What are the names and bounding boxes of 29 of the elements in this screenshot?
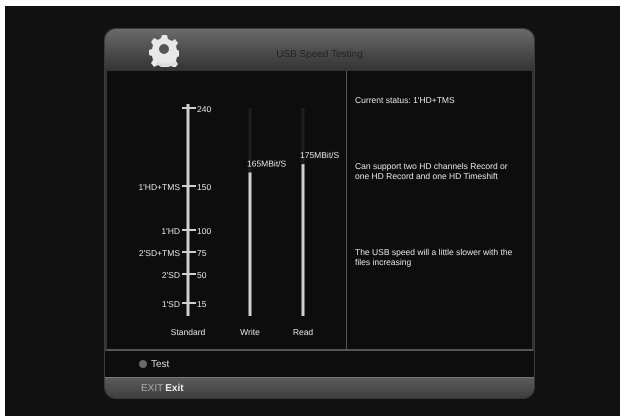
tick-mark [182, 302, 196, 304]
speed-reading: 165MBit/S [247, 158, 286, 168]
tick-mark [182, 273, 196, 275]
speed-reading: 175MBit/S [300, 150, 340, 160]
scale-title: Standard [170, 327, 206, 337]
standard-label: 2'SD+TMS [138, 248, 180, 258]
tick-label: 240 [197, 104, 212, 114]
tick-label: 50 [197, 270, 206, 280]
tick-label: 75 [197, 248, 206, 258]
exit-key-label: EXIT [141, 382, 164, 394]
standard-label: 1'SD [162, 299, 180, 309]
standard-label: 2'SD [162, 270, 180, 280]
standard-label: 1'HD [161, 226, 180, 236]
tick-label: 15 [197, 299, 206, 309]
meter-label: Write [240, 327, 260, 337]
info-text: The USB speed will a little slower with the files increasing [355, 247, 514, 267]
tick-mark [182, 185, 196, 187]
meter-label: Read [292, 327, 314, 337]
info-text: Can support two HD channels Record or one HD Record and one HD Timeshift [355, 161, 509, 181]
info-text: Current status: 1'HD+TMS [355, 95, 456, 105]
tick-mark [182, 107, 196, 109]
test-action-label[interactable]: Test [151, 358, 170, 370]
tick-mark [182, 251, 196, 253]
tick-mark [182, 229, 196, 231]
exit-label[interactable]: Exit [165, 382, 184, 394]
tick-label: 150 [197, 182, 212, 192]
standard-label: 1'HD+TMS [138, 182, 180, 192]
gear-icon [149, 33, 179, 67]
tick-label: 100 [197, 226, 212, 236]
